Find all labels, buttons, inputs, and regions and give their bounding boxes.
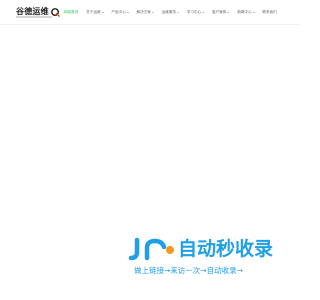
caret-down-icon: [101, 11, 104, 13]
nav-item-label: 关于运维: [86, 9, 101, 14]
nav-item-label: 客户案例: [212, 9, 227, 14]
nav-item-services[interactable]: 运维服务: [161, 9, 180, 15]
nav-item-about[interactable]: 关于运维: [86, 9, 104, 15]
nav-item-label: 网站首页: [64, 9, 79, 14]
caret-down-icon: [227, 11, 230, 13]
logo-mark-icon: [50, 7, 60, 17]
nav-item-label: 新闻中心: [237, 9, 252, 14]
nav-item-label: 联系我们: [262, 9, 277, 14]
jr-logo-icon: [128, 237, 174, 261]
caret-down-icon: [151, 11, 154, 13]
nav-item-solutions[interactable]: 解决方案: [137, 10, 154, 15]
watermark-title-row: 自动秒收录: [128, 236, 284, 262]
nav-item-home[interactable]: 网站首页: [64, 10, 78, 15]
site-logo[interactable]: 谷德运维: [16, 5, 60, 19]
caret-down-icon: [252, 11, 255, 13]
nav-item-contact[interactable]: 联系我们: [262, 10, 276, 15]
caret-down-icon: [126, 11, 129, 13]
nav-item-label: 解决方案: [136, 9, 151, 14]
auto-index-watermark: 自动秒收录 做上链接→来访一次→自动收录→: [128, 236, 284, 280]
page: 谷德运维 网站首页 关于运维 产品中心 解决方案 运维服务 学习中心 客户案例 …: [0, 0, 300, 300]
caret-down-icon: [202, 11, 205, 13]
caret-down-icon: [177, 11, 180, 13]
watermark-slogan: 做上链接→来访一次→自动收录→: [134, 266, 243, 275]
watermark-title: 自动秒收录: [178, 238, 274, 260]
nav-item-learning[interactable]: 学习中心: [186, 9, 205, 15]
nav-item-label: 运维服务: [161, 9, 177, 14]
top-navbar: 谷德运维 网站首页 关于运维 产品中心 解决方案 运维服务 学习中心 客户案例 …: [0, 0, 300, 25]
nav-item-products[interactable]: 产品中心: [111, 9, 129, 15]
nav-item-cases[interactable]: 客户案例: [212, 9, 230, 15]
nav-item-label: 产品中心: [111, 9, 126, 14]
nav-item-label: 学习中心: [186, 9, 202, 14]
main-nav: 网站首页 关于运维 产品中心 解决方案 运维服务 学习中心 客户案例 新闻中心 …: [64, 0, 285, 24]
nav-item-news[interactable]: 新闻中心: [237, 9, 255, 15]
logo-tagline-decoration: [16, 16, 52, 18]
